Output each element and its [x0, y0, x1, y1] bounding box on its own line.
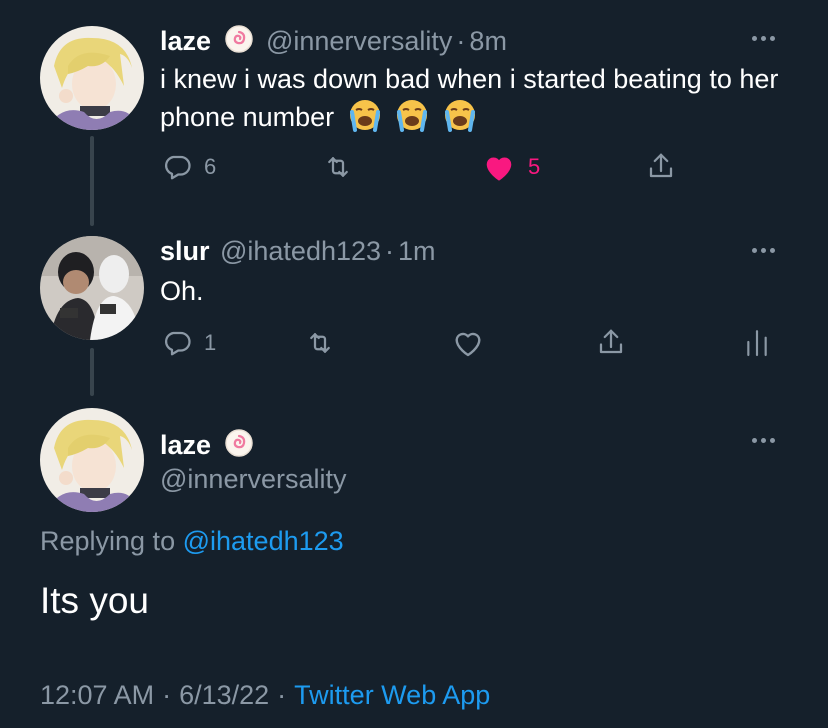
tweet2-reply-button[interactable]: 1 — [162, 328, 216, 358]
main-date[interactable]: 6/13/22 — [179, 680, 269, 710]
avatar-laze-main[interactable] — [40, 408, 144, 512]
replying-to: Replying to @ihatedh123 — [40, 526, 344, 557]
separator-dot: · — [162, 680, 172, 710]
thread-line — [90, 136, 94, 226]
reply-icon — [165, 331, 191, 356]
thread-line — [90, 348, 94, 396]
loudly-crying-face-icon — [349, 100, 380, 132]
share-icon — [599, 329, 623, 354]
loudly-crying-face-icon — [397, 100, 428, 132]
more-dot — [761, 438, 766, 443]
main-author-name[interactable]: laze — [160, 430, 211, 460]
tweet2-header: slur @ihatedh123 · 1m — [160, 236, 436, 267]
tweet1-time[interactable]: 8m — [469, 26, 507, 56]
loudly-crying-face-icon — [444, 100, 475, 132]
tweet2-handle[interactable]: @ihatedh123 — [220, 236, 381, 266]
more-dot — [761, 248, 766, 253]
replying-handle-link[interactable]: @ihatedh123 — [183, 526, 344, 556]
main-more-button[interactable] — [752, 438, 775, 443]
tweet2-reply-count: 1 — [204, 330, 217, 355]
more-dot — [752, 36, 757, 41]
main-timestamp[interactable]: 12:07 AM — [40, 680, 154, 710]
tweet1-header: laze @innerversality · 8m — [160, 24, 507, 57]
main-tweet-text: Its you — [40, 580, 149, 621]
tweet1-retweet-button[interactable] — [322, 152, 354, 182]
tweet2-more-button[interactable] — [752, 248, 775, 253]
fishcake-emoji-icon — [224, 429, 253, 457]
more-dot — [770, 36, 775, 41]
replying-label: Replying to — [40, 526, 176, 556]
tweet1-reply-button[interactable]: 6 — [162, 152, 216, 182]
separator-dot: · — [456, 26, 466, 56]
tweet2-share-button[interactable] — [596, 326, 626, 358]
more-dot — [752, 248, 757, 253]
avatar-slur[interactable] — [40, 236, 144, 340]
main-author-name-row: laze — [160, 428, 254, 461]
reply-icon — [165, 155, 191, 180]
retweet-icon — [310, 333, 330, 353]
tweet2-like-button[interactable] — [452, 328, 484, 358]
tweet1-handle[interactable]: @innerversality — [266, 26, 452, 56]
tweet1-more-button[interactable] — [752, 36, 775, 41]
more-dot — [752, 438, 757, 443]
fishcake-emoji-icon — [224, 25, 253, 53]
tweet1-like-button[interactable]: 5 — [482, 152, 540, 182]
tweet1-author-name[interactable]: laze — [160, 26, 211, 56]
main-handle[interactable]: @innerversality — [160, 464, 346, 495]
more-dot — [761, 36, 766, 41]
tweet1-reply-count: 6 — [204, 154, 217, 179]
share-icon — [649, 153, 673, 178]
retweet-icon — [328, 157, 348, 177]
separator-dot: · — [277, 680, 287, 710]
separator-dot: · — [385, 236, 395, 266]
tweet2-analytics-button[interactable] — [744, 326, 770, 358]
tweet2-text: Oh. — [160, 276, 204, 306]
main-meta: 12:07 AM · 6/13/22 · Twitter Web App — [40, 680, 490, 711]
analytics-icon — [747, 330, 767, 357]
tweet1-text-block: i knew i was down bad when i started bea… — [160, 60, 780, 136]
tweet1-share-button[interactable] — [646, 150, 676, 182]
tweet2-retweet-button[interactable] — [304, 328, 336, 358]
tweet2-author-name[interactable]: slur — [160, 236, 210, 266]
heart-outline-icon — [455, 332, 481, 357]
more-dot — [770, 248, 775, 253]
more-dot — [770, 438, 775, 443]
avatar-laze[interactable] — [40, 26, 144, 130]
main-source-link[interactable]: Twitter Web App — [294, 680, 490, 710]
heart-filled-icon — [486, 157, 512, 181]
tweet2-time[interactable]: 1m — [398, 236, 436, 266]
tweet1-like-count: 5 — [528, 154, 541, 179]
